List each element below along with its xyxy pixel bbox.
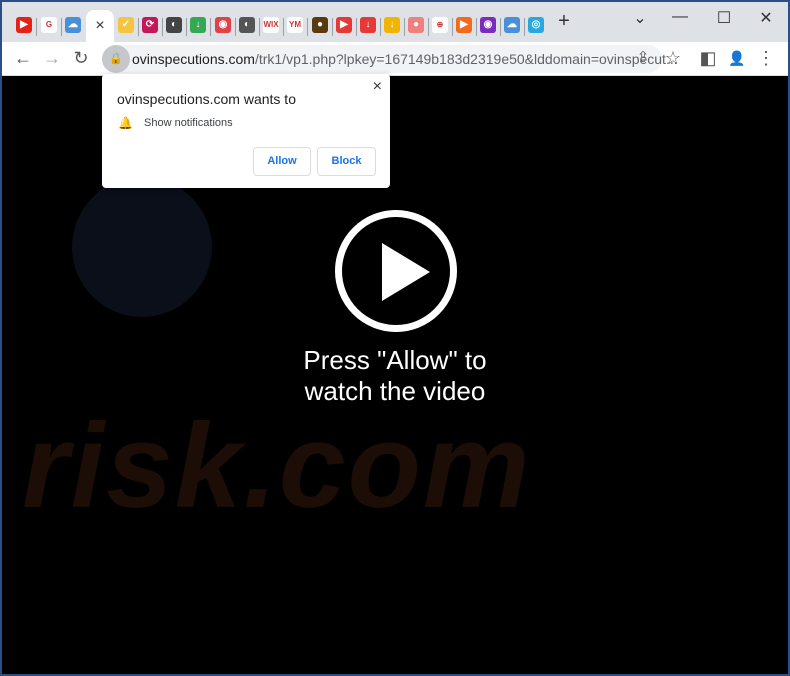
profile-avatar[interactable]: 👤 [726, 50, 748, 67]
tab-separator [452, 18, 453, 36]
allow-button[interactable]: Allow [253, 147, 311, 176]
browser-window: ▶ G ☁ ✓ ⟳ ◐ ↓ ◉ ◐ WIX YM ● ▶ ↓ ↓ ● ⊕ ▶ ◉ ☁ ◎ × + ⌄ — ☐ ✕ ← →… [2, 2, 788, 674]
page-message: Press "Allow" to watch the video [2, 345, 788, 407]
speaker-icon[interactable]: ● [312, 17, 328, 33]
youtube-icon[interactable]: ▶ [16, 17, 32, 33]
minimize-button[interactable]: — [665, 8, 695, 26]
menu-icon[interactable]: ⋮ [755, 48, 777, 69]
globe-icon[interactable]: ◐ [239, 17, 255, 33]
tab-separator [235, 18, 236, 36]
tab-strip: ▶ G ☁ ✓ ⟳ ◐ ↓ ◉ ◐ WIX YM ● ▶ ↓ ↓ ● ⊕ ▶ ◉ ☁ ◎ × + ⌄ — ☐ ✕ [2, 2, 788, 44]
cloud-download-icon[interactable]: ☁ [504, 17, 520, 33]
permission-text: Show notifications [144, 117, 233, 129]
play-icon[interactable]: ▶ [456, 17, 472, 33]
wix-icon[interactable]: WIX [263, 17, 279, 33]
new-tab-button[interactable]: + [549, 10, 579, 33]
watermark-magnifier [72, 177, 212, 317]
share-icon[interactable]: ⇪ [632, 48, 654, 66]
url-host: ovinspecutions.com [132, 51, 255, 67]
download-icon[interactable]: ↓ [360, 17, 376, 33]
video-icon[interactable]: ▶ [336, 17, 352, 33]
tab-separator [380, 18, 381, 36]
watermark-text: risk.com [22, 399, 532, 533]
globe-icon[interactable]: ◐ [166, 17, 182, 33]
download-icon[interactable]: ↓ [190, 17, 206, 33]
back-button[interactable]: ← [12, 48, 34, 69]
bell-icon: 🔔 [118, 116, 133, 130]
message-line-1: Press "Allow" to [303, 345, 487, 375]
ym-icon[interactable]: YM [287, 17, 303, 33]
download-icon[interactable]: ↓ [384, 17, 400, 33]
address-bar[interactable]: 🔒 ovinspecutions.com/trk1/vp1.php?lpkey=… [102, 45, 678, 73]
notification-permission-popup: ovinspecutions.com wants to × 🔔 Show not… [102, 74, 390, 188]
tab-separator [307, 18, 308, 36]
cloud-icon[interactable]: ◎ [528, 17, 544, 33]
popup-title: ovinspecutions.com wants to [117, 91, 296, 107]
tab-search-chevron-icon[interactable]: ⌄ [625, 8, 655, 28]
checkmark-icon[interactable]: ✓ [118, 17, 134, 33]
cloud-download-icon[interactable]: ☁ [65, 17, 81, 33]
popup-close-button[interactable]: × [373, 78, 382, 96]
tab-separator [61, 18, 62, 36]
tab-separator [186, 18, 187, 36]
lock-icon[interactable]: 🔒 [102, 45, 130, 73]
tab-separator [500, 18, 501, 36]
tab-separator [210, 18, 211, 36]
url-path: /trk1/vp1.php?lpkey=167149b183d2319e50&l… [254, 51, 678, 67]
tab-separator [36, 18, 37, 36]
download-icon[interactable]: ⊕ [432, 17, 448, 33]
tab-separator [162, 18, 163, 36]
tab-separator [283, 18, 284, 36]
tab-separator [332, 18, 333, 36]
url-text[interactable]: ovinspecutions.com/trk1/vp1.php?lpkey=16… [132, 51, 678, 67]
message-line-2: watch the video [304, 376, 486, 406]
close-window-button[interactable]: ✕ [751, 8, 781, 28]
tab-separator [404, 18, 405, 36]
tab-separator [524, 18, 525, 36]
record-icon[interactable]: ◉ [480, 17, 496, 33]
megaphone-icon[interactable]: ◉ [215, 17, 231, 33]
tab-separator [259, 18, 260, 36]
tab-separator [476, 18, 477, 36]
block-button[interactable]: Block [317, 147, 376, 176]
close-tab-icon[interactable]: × [95, 17, 104, 34]
tab-separator [356, 18, 357, 36]
toolbar: ← → ↻ 🔒 ovinspecutions.com/trk1/vp1.php?… [2, 42, 788, 76]
google-icon[interactable]: G [41, 17, 57, 33]
tab-separator [138, 18, 139, 36]
play-button[interactable] [335, 210, 457, 332]
reload-button[interactable]: ↻ [70, 48, 92, 69]
active-tab[interactable]: × [86, 10, 114, 44]
side-panel-icon[interactable]: ◧ [697, 48, 719, 69]
stop-icon[interactable]: ● [408, 17, 424, 33]
maximize-button[interactable]: ☐ [709, 8, 739, 28]
tab-separator [428, 18, 429, 36]
sync-icon[interactable]: ⟳ [142, 17, 158, 33]
bookmark-star-icon[interactable]: ☆ [662, 48, 684, 69]
forward-button[interactable]: → [41, 48, 63, 69]
